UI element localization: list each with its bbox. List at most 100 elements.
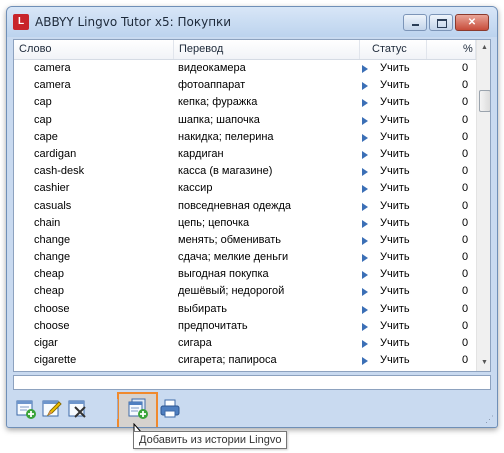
scroll-thumb[interactable]	[479, 90, 490, 112]
column-header-status[interactable]: Статус	[360, 40, 427, 59]
add-card-icon[interactable]	[15, 398, 37, 420]
entry-field[interactable]	[13, 375, 491, 390]
column-header-translation[interactable]: Перевод	[174, 40, 360, 59]
word-cell: chain	[34, 216, 61, 229]
play-arrow-icon[interactable]	[362, 219, 368, 228]
toolbar: ⋰	[7, 392, 497, 427]
minimize-button[interactable]	[403, 14, 427, 31]
word-cell: cap	[34, 96, 52, 109]
close-button[interactable]: ✕	[455, 14, 489, 31]
word-cell: choose	[34, 319, 70, 332]
maximize-button[interactable]	[429, 14, 453, 31]
word-cell: cardigan	[34, 147, 77, 160]
play-arrow-icon[interactable]	[362, 254, 368, 263]
play-arrow-icon[interactable]	[362, 288, 368, 297]
play-arrow-icon[interactable]	[362, 357, 368, 366]
play-arrow-icon[interactable]	[362, 168, 368, 177]
play-arrow-icon[interactable]	[362, 116, 368, 125]
translation-cell: кассир	[178, 182, 213, 195]
status-cell: Учить	[380, 113, 410, 126]
window-title: ABBYY Lingvo Tutor x5: Покупки	[35, 15, 232, 29]
table-row[interactable]: cap кепка; фуражка Учить 0	[14, 94, 476, 111]
resize-grip-icon[interactable]: ⋰	[485, 415, 494, 424]
percent-cell: 0	[462, 216, 469, 229]
table-row[interactable]: change сдача; мелкие деньги Учить 0	[14, 249, 476, 266]
percent-cell: 0	[462, 130, 469, 143]
percent-cell: 0	[462, 233, 469, 246]
word-list[interactable]: Слово Перевод Статус % camera видеокамера…	[13, 39, 491, 372]
toolbar-separator	[117, 399, 118, 419]
translation-cell: повседневная одежда	[178, 199, 292, 212]
table-row[interactable]: cash-desk касса (в магазине) Учить 0	[14, 163, 476, 180]
status-cell: Учить	[380, 319, 410, 332]
play-arrow-icon[interactable]	[362, 305, 368, 314]
edit-card-icon[interactable]	[41, 398, 63, 420]
status-cell: Учить	[380, 354, 410, 367]
percent-cell: 0	[462, 182, 469, 195]
scroll-up-icon[interactable]: ▲	[477, 40, 490, 56]
play-arrow-icon[interactable]	[362, 322, 368, 331]
table-row[interactable]: cigar сигара Учить 0	[14, 335, 476, 352]
play-arrow-icon[interactable]	[362, 99, 368, 108]
play-arrow-icon[interactable]	[362, 133, 368, 142]
status-cell: Учить	[380, 96, 410, 109]
percent-cell: 0	[462, 147, 469, 160]
column-header-word[interactable]: Слово	[14, 40, 174, 59]
table-row[interactable]: camera фотоаппарат Учить 0	[14, 77, 476, 94]
play-arrow-icon[interactable]	[362, 65, 368, 73]
table-row[interactable]: chain цепь; цепочка Учить 0	[14, 215, 476, 232]
play-arrow-icon[interactable]	[362, 271, 368, 280]
translation-cell: дешёвый; недорогой	[178, 285, 285, 298]
vertical-scrollbar[interactable]: ▲ ▼	[476, 40, 490, 371]
translation-cell: касса (в магазине)	[178, 165, 273, 178]
percent-cell: 0	[462, 285, 469, 298]
translation-cell: шапка; шапочка	[178, 113, 260, 126]
translation-cell: предпочитать	[178, 319, 248, 332]
play-arrow-icon[interactable]	[362, 202, 368, 211]
status-cell: Учить	[380, 285, 410, 298]
table-row[interactable]: camera видеокамера Учить 0	[14, 60, 476, 77]
table-row[interactable]: choose предпочитать Учить 0	[14, 318, 476, 335]
status-cell: Учить	[380, 199, 410, 212]
word-cell: cape	[34, 130, 58, 143]
table-row[interactable]: cheap выгодная покупка Учить 0	[14, 266, 476, 283]
table-row[interactable]: cardigan кардиган Учить 0	[14, 146, 476, 163]
scroll-down-icon[interactable]: ▼	[477, 355, 490, 371]
table-row[interactable]: cap шапка; шапочка Учить 0	[14, 112, 476, 129]
tooltip: Добавить из истории Lingvo	[133, 431, 288, 449]
status-cell: Учить	[380, 337, 410, 349]
add-from-history-icon[interactable]	[127, 398, 149, 420]
word-cell: change	[34, 233, 71, 246]
close-icon: ✕	[467, 17, 477, 28]
status-cell: Учить	[380, 302, 410, 315]
delete-card-icon[interactable]	[67, 398, 89, 420]
table-row[interactable]: casuals повседневная одежда Учить 0	[14, 198, 476, 215]
column-header-percent[interactable]: %	[427, 40, 476, 59]
word-cell: cashier	[34, 182, 70, 195]
table-row[interactable]: cheap дешёвый; недорогой Учить 0	[14, 283, 476, 300]
app-window: L ABBYY Lingvo Tutor x5: Покупки ✕ Слово…	[6, 6, 498, 428]
word-cell: cheap	[34, 285, 64, 298]
table-row[interactable]: cape накидка; пелерина Учить 0	[14, 129, 476, 146]
table-row[interactable]: cashier кассир Учить 0	[14, 180, 476, 197]
translation-cell: кепка; фуражка	[178, 96, 258, 109]
percent-cell: 0	[462, 165, 469, 178]
status-cell: Учить	[380, 165, 410, 178]
play-arrow-icon[interactable]	[362, 150, 368, 159]
play-arrow-icon[interactable]	[362, 82, 368, 91]
percent-cell: 0	[462, 337, 469, 349]
title-bar[interactable]: L ABBYY Lingvo Tutor x5: Покупки ✕	[7, 7, 497, 37]
percent-cell: 0	[462, 62, 469, 74]
translation-cell: фотоаппарат	[178, 79, 246, 92]
play-arrow-icon[interactable]	[362, 185, 368, 194]
table-row[interactable]: choose выбирать Учить 0	[14, 301, 476, 318]
app-icon[interactable]: L	[13, 14, 29, 30]
status-cell: Учить	[380, 216, 410, 229]
status-cell: Учить	[380, 251, 410, 264]
translation-cell: цепь; цепочка	[178, 216, 250, 229]
table-row[interactable]: cigarette сигарета; папироса Учить 0	[14, 352, 476, 369]
table-row[interactable]: change менять; обменивать Учить 0	[14, 232, 476, 249]
print-icon[interactable]	[159, 398, 181, 420]
play-arrow-icon[interactable]	[362, 236, 368, 245]
play-arrow-icon[interactable]	[362, 340, 368, 348]
